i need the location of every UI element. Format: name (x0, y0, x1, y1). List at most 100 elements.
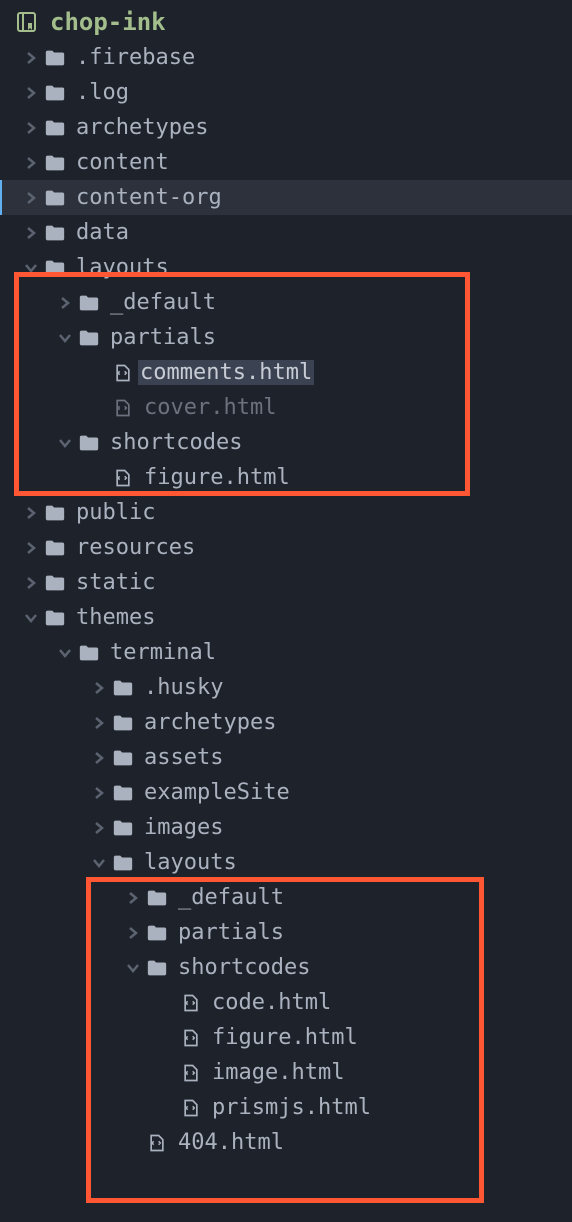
tree-row[interactable]: themes (0, 600, 572, 635)
tree-row[interactable]: figure.html (0, 460, 572, 495)
chevron-right-icon[interactable] (22, 86, 40, 100)
tree-item-label: content-org (70, 185, 222, 210)
tree-item-label: archetypes (138, 710, 276, 735)
tree-item-label: layouts (138, 850, 237, 875)
folder-icon (40, 257, 70, 279)
folder-icon (40, 537, 70, 559)
folder-icon (142, 922, 172, 944)
tree-row[interactable]: shortcodes (0, 425, 572, 460)
tree-row[interactable]: layouts (0, 845, 572, 880)
file-code-icon (176, 1097, 206, 1119)
tree-item-label: .firebase (70, 45, 195, 70)
tree-row[interactable]: public (0, 495, 572, 530)
chevron-right-icon[interactable] (124, 891, 142, 905)
tree-row[interactable]: _default (0, 880, 572, 915)
tree-row[interactable]: shortcodes (0, 950, 572, 985)
tree-row[interactable]: image.html (0, 1055, 572, 1090)
file-code-icon (108, 397, 138, 419)
folder-icon (74, 327, 104, 349)
folder-icon (108, 782, 138, 804)
tree-row[interactable]: comments.html (0, 355, 572, 390)
tree-item-label: partials (172, 920, 284, 945)
chevron-down-icon[interactable] (56, 333, 74, 343)
tree-row[interactable]: exampleSite (0, 775, 572, 810)
tree-root[interactable]: chop-ink (0, 4, 572, 40)
tree-item-label: comments.html (138, 360, 314, 385)
tree-item-label: public (70, 500, 155, 525)
chevron-right-icon[interactable] (124, 926, 142, 940)
chevron-right-icon[interactable] (90, 821, 108, 835)
tree-row[interactable]: partials (0, 915, 572, 950)
book-icon (16, 10, 40, 34)
chevron-right-icon[interactable] (90, 681, 108, 695)
tree-item-label: assets (138, 745, 223, 770)
folder-icon (40, 607, 70, 629)
tree-row[interactable]: data (0, 215, 572, 250)
chevron-right-icon[interactable] (22, 191, 40, 205)
chevron-down-icon[interactable] (22, 263, 40, 273)
folder-icon (108, 817, 138, 839)
tree-item-label: .log (70, 80, 129, 105)
chevron-down-icon[interactable] (56, 438, 74, 448)
tree-row[interactable]: content (0, 145, 572, 180)
tree-row[interactable]: partials (0, 320, 572, 355)
file-code-icon (176, 1062, 206, 1084)
tree-item-label: archetypes (70, 115, 208, 140)
chevron-right-icon[interactable] (22, 156, 40, 170)
tree-row[interactable]: .log (0, 75, 572, 110)
tree-item-label: themes (70, 605, 155, 630)
chevron-right-icon[interactable] (22, 541, 40, 555)
tree-row[interactable]: .husky (0, 670, 572, 705)
chevron-right-icon[interactable] (90, 751, 108, 765)
tree-row[interactable]: content-org (0, 180, 572, 215)
folder-icon (74, 292, 104, 314)
folder-icon (40, 117, 70, 139)
tree-row[interactable]: code.html (0, 985, 572, 1020)
chevron-right-icon[interactable] (90, 716, 108, 730)
tree-row[interactable]: figure.html (0, 1020, 572, 1055)
tree-item-label: prismjs.html (206, 1095, 371, 1120)
folder-icon (142, 887, 172, 909)
chevron-down-icon[interactable] (90, 858, 108, 868)
tree-item-label: figure.html (206, 1025, 358, 1050)
tree-row[interactable]: _default (0, 285, 572, 320)
chevron-right-icon[interactable] (56, 296, 74, 310)
chevron-right-icon[interactable] (22, 51, 40, 65)
chevron-down-icon[interactable] (22, 613, 40, 623)
root-label: chop-ink (50, 8, 166, 36)
chevron-right-icon[interactable] (22, 226, 40, 240)
tree-row[interactable]: 404.html (0, 1125, 572, 1160)
tree-row[interactable]: assets (0, 740, 572, 775)
chevron-right-icon[interactable] (22, 506, 40, 520)
tree-item-label: code.html (206, 990, 331, 1015)
chevron-right-icon[interactable] (22, 576, 40, 590)
tree-item-label: layouts (70, 255, 169, 280)
folder-icon (40, 502, 70, 524)
file-tree: chop-ink .firebase .log archetypes content c… (0, 0, 572, 1160)
tree-row[interactable]: prismjs.html (0, 1090, 572, 1125)
tree-item-label: shortcodes (104, 430, 242, 455)
tree-row[interactable]: images (0, 810, 572, 845)
tree-row[interactable]: cover.html (0, 390, 572, 425)
tree-row[interactable]: archetypes (0, 110, 572, 145)
tree-row[interactable]: .firebase (0, 40, 572, 75)
tree-item-label: shortcodes (172, 955, 310, 980)
folder-icon (40, 572, 70, 594)
tree-row[interactable]: terminal (0, 635, 572, 670)
tree-row[interactable]: resources (0, 530, 572, 565)
tree-row[interactable]: layouts (0, 250, 572, 285)
folder-icon (40, 82, 70, 104)
chevron-right-icon[interactable] (22, 121, 40, 135)
file-code-icon (108, 362, 138, 384)
folder-icon (40, 187, 70, 209)
folder-icon (108, 747, 138, 769)
folder-icon (74, 432, 104, 454)
tree-row[interactable]: static (0, 565, 572, 600)
chevron-down-icon[interactable] (124, 963, 142, 973)
chevron-down-icon[interactable] (56, 648, 74, 658)
folder-icon (74, 642, 104, 664)
chevron-right-icon[interactable] (90, 786, 108, 800)
tree-item-label: cover.html (138, 395, 276, 420)
tree-row[interactable]: archetypes (0, 705, 572, 740)
folder-icon (142, 957, 172, 979)
